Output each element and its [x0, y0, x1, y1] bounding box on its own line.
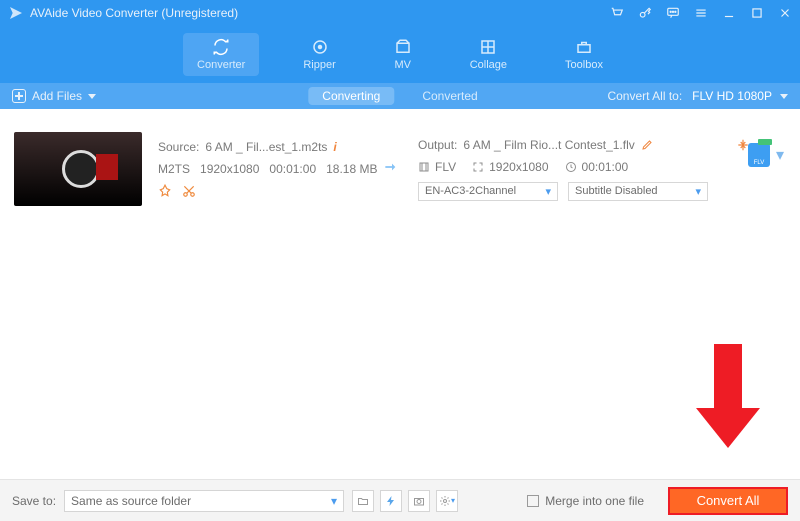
tab-converted[interactable]: Converted [408, 87, 491, 105]
add-files-button[interactable]: Add Files [12, 89, 96, 103]
convert-all-button[interactable]: Convert All [668, 487, 788, 515]
arrow-icon [382, 157, 408, 182]
source-column: Source: 6 AM _ Fil...est_1.m2ts i M2TS 1… [142, 140, 382, 198]
src-resolution: 1920x1080 [200, 162, 259, 176]
checkbox-icon [527, 495, 539, 507]
open-folder-button[interactable] [352, 490, 374, 512]
output-filename: 6 AM _ Film Rio...t Contest_1.flv [463, 138, 634, 152]
nav-ripper[interactable]: Ripper [289, 33, 349, 76]
gpu-boost-button[interactable] [380, 490, 402, 512]
footer: Save to: Same as source folder ▾ ▾ Merge… [0, 479, 800, 521]
main-nav: Converter Ripper MV Collage Toolbox [0, 26, 800, 83]
nav-toolbox[interactable]: Toolbox [551, 33, 617, 76]
cart-icon[interactable] [610, 6, 624, 20]
video-thumbnail[interactable] [14, 132, 142, 206]
edit-icon[interactable] [641, 139, 653, 151]
source-label: Source: [158, 140, 199, 154]
merge-label: Merge into one file [545, 494, 644, 508]
save-to-label: Save to: [12, 494, 56, 508]
audio-track-select[interactable]: EN-AC3-2Channel▾ [418, 182, 558, 201]
nav-converter-label: Converter [197, 59, 245, 71]
nav-toolbox-label: Toolbox [565, 59, 603, 71]
cut-icon[interactable] [182, 184, 196, 198]
pin-icon[interactable] [158, 184, 172, 198]
minimize-icon[interactable] [722, 6, 736, 20]
nav-mv[interactable]: MV [380, 33, 426, 76]
snapshot-button[interactable] [408, 490, 430, 512]
convert-all-to-label: Convert All to: [607, 89, 682, 103]
nav-collage-label: Collage [470, 59, 507, 71]
feedback-icon[interactable] [666, 6, 680, 20]
file-list: Source: 6 AM _ Fil...est_1.m2ts i M2TS 1… [0, 109, 800, 215]
app-logo-icon [8, 5, 24, 21]
out-resolution: 1920x1080 [489, 160, 548, 174]
output-format-button[interactable]: ▾ [748, 143, 784, 167]
key-icon[interactable] [638, 6, 652, 20]
audio-track-value: EN-AC3-2Channel [425, 185, 516, 197]
merge-checkbox[interactable]: Merge into one file [527, 494, 644, 508]
film-icon [418, 161, 430, 173]
chevron-down-icon [780, 94, 788, 99]
subtitle-value: Subtitle Disabled [575, 185, 658, 197]
nav-mv-label: MV [394, 59, 411, 71]
src-duration: 00:01:00 [269, 162, 316, 176]
app-title: AVAide Video Converter (Unregistered) [30, 6, 610, 20]
convert-all-format-select[interactable]: FLV HD 1080P [692, 89, 788, 103]
nav-collage[interactable]: Collage [456, 33, 521, 76]
plus-icon [12, 89, 26, 103]
output-column: Output: 6 AM _ Film Rio...t Contest_1.fl… [408, 138, 786, 201]
src-size: 18.18 MB [326, 162, 377, 176]
subtitle-select[interactable]: Subtitle Disabled▾ [568, 182, 708, 201]
subbar: Add Files Converting Converted Convert A… [0, 83, 800, 109]
settings-button[interactable]: ▾ [436, 490, 458, 512]
save-to-select[interactable]: Same as source folder ▾ [64, 490, 344, 512]
menu-icon[interactable] [694, 6, 708, 20]
footer-tools: ▾ [352, 490, 458, 512]
titlebar: AVAide Video Converter (Unregistered) [0, 0, 800, 26]
clock-icon [565, 161, 577, 173]
out-duration: 00:01:00 [582, 160, 629, 174]
titlebar-icons [610, 6, 792, 20]
expand-icon [472, 161, 484, 173]
src-container: M2TS [158, 162, 190, 176]
highlight-arrow-icon [698, 344, 758, 454]
format-badge-icon [748, 143, 770, 167]
file-item[interactable]: Source: 6 AM _ Fil...est_1.m2ts i M2TS 1… [14, 123, 786, 215]
maximize-icon[interactable] [750, 6, 764, 20]
nav-ripper-label: Ripper [303, 59, 335, 71]
output-label: Output: [418, 138, 457, 152]
chevron-down-icon [88, 94, 96, 99]
chevron-down-icon: ▾ [776, 145, 784, 165]
save-to-value: Same as source folder [71, 494, 191, 508]
source-filename: 6 AM _ Fil...est_1.m2ts [205, 140, 327, 154]
out-format: FLV [435, 160, 456, 174]
add-files-label: Add Files [32, 89, 82, 103]
convert-all-format-value: FLV HD 1080P [692, 89, 772, 103]
nav-converter[interactable]: Converter [183, 33, 259, 76]
close-icon[interactable] [778, 6, 792, 20]
info-icon[interactable]: i [333, 140, 336, 154]
tab-converting[interactable]: Converting [308, 87, 394, 105]
